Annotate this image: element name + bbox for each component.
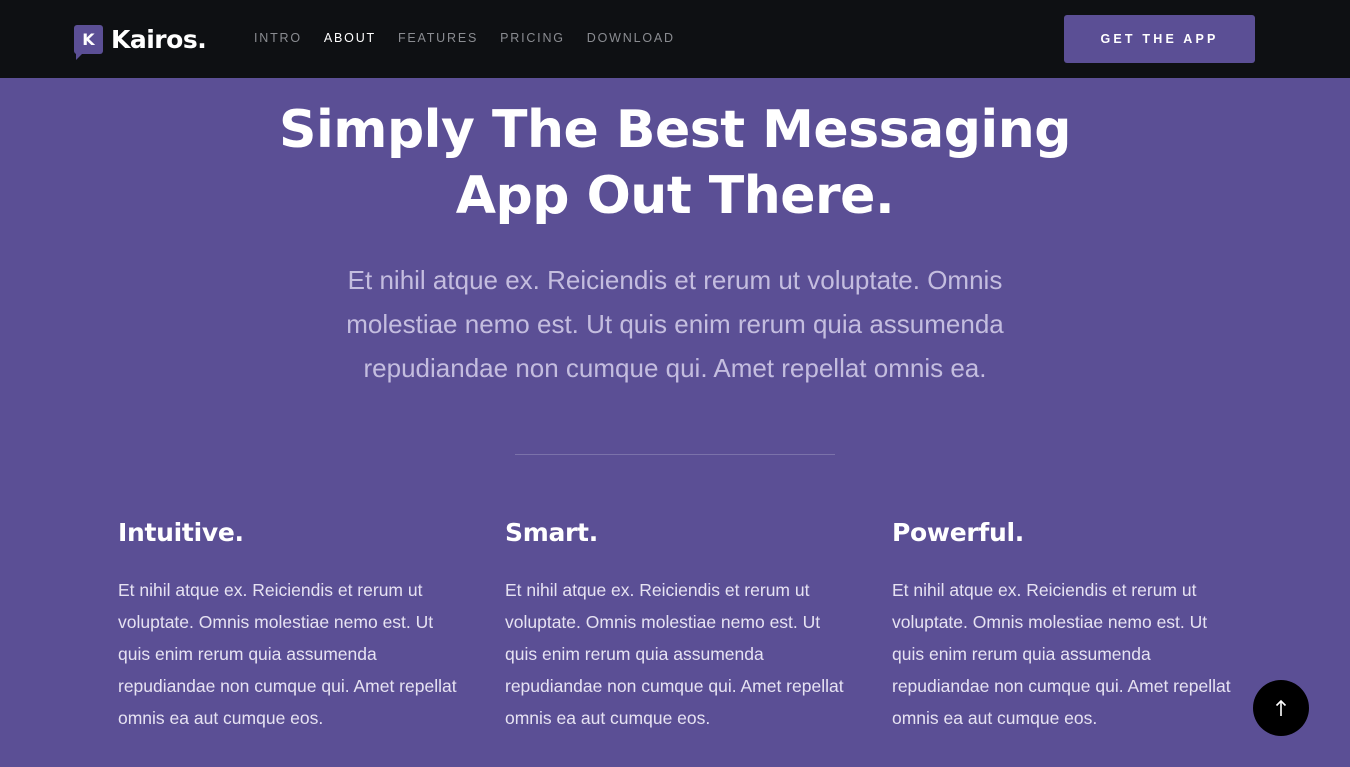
nav-item-features[interactable]: FEATURES <box>398 31 478 45</box>
nav-item-about[interactable]: ABOUT <box>324 31 376 45</box>
hero-title-line-2: App Out There. <box>455 166 895 226</box>
logo-mark: K <box>74 24 103 60</box>
feature-text: Et nihil atque ex. Reiciendis et rerum u… <box>118 580 457 728</box>
nav-item-download[interactable]: DOWNLOAD <box>587 31 675 45</box>
logo[interactable]: K Kairos. <box>74 21 207 60</box>
arrow-up-icon <box>1275 699 1287 716</box>
feature-title: Smart. <box>505 518 598 547</box>
feature-title: Powerful. <box>892 518 1024 547</box>
feature-smart: Smart. Et nihil atque ex. Reiciendis et … <box>505 516 845 734</box>
hero-title-line-1: Simply The Best Messaging <box>279 100 1071 160</box>
get-the-app-button[interactable]: GET THE APP <box>1064 15 1255 63</box>
nav-item-pricing[interactable]: PRICING <box>500 31 565 45</box>
nav-item-intro[interactable]: INTRO <box>254 31 302 45</box>
main-nav: INTRO ABOUT FEATURES PRICING DOWNLOAD <box>254 31 697 45</box>
back-to-top-button[interactable] <box>1253 680 1309 736</box>
hero-lead: Et nihil atque ex. Reiciendis et rerum u… <box>346 265 1004 383</box>
logo-text: Kairos. <box>111 24 207 54</box>
feature-text: Et nihil atque ex. Reiciendis et rerum u… <box>505 580 844 728</box>
hero-title: Simply The Best Messaging App Out There. <box>175 97 1175 229</box>
feature-title: Intuitive. <box>118 518 244 547</box>
section-divider <box>515 454 835 455</box>
feature-text: Et nihil atque ex. Reiciendis et rerum u… <box>892 580 1231 728</box>
feature-intuitive: Intuitive. Et nihil atque ex. Reiciendis… <box>118 516 458 734</box>
site-header: K Kairos. INTRO ABOUT FEATURES PRICING D… <box>0 0 1350 78</box>
feature-powerful: Powerful. Et nihil atque ex. Reiciendis … <box>892 516 1232 734</box>
